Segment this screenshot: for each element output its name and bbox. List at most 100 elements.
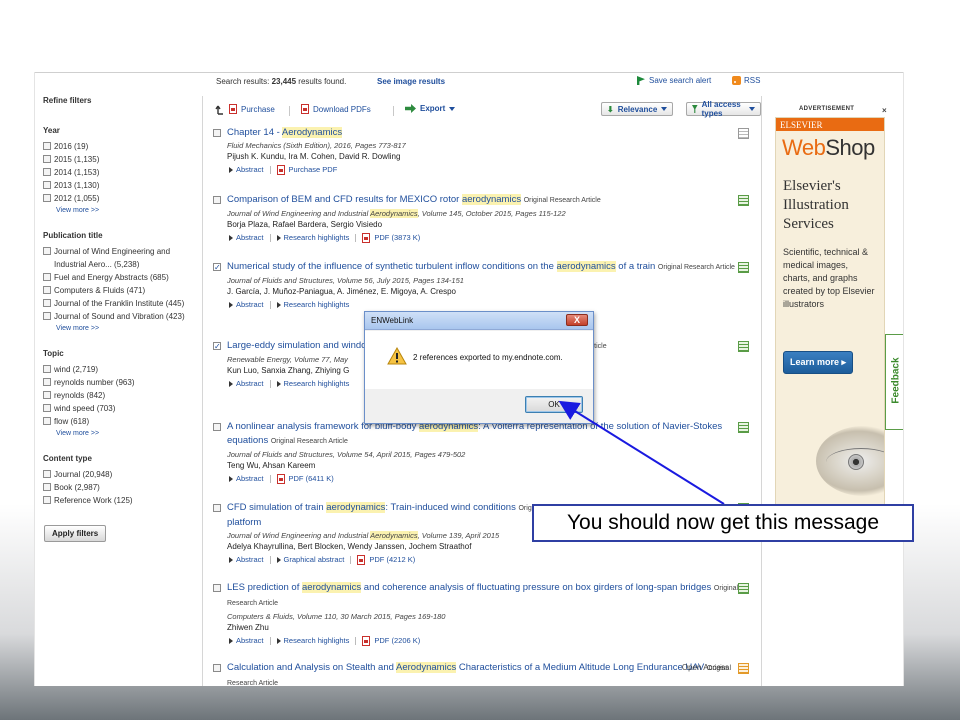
result-checkbox[interactable] (213, 129, 221, 137)
result-title-link[interactable]: LES prediction of aerodynamics and coher… (227, 581, 743, 611)
facet-option[interactable]: Journal of Wind Engineering and Industri… (43, 245, 203, 271)
facet-checkbox[interactable] (43, 286, 51, 294)
research-highlights-link[interactable]: Research highlights (276, 231, 349, 245)
document-preview-icon[interactable] (738, 341, 749, 352)
result-title-link[interactable]: Calculation and Analysis on Stealth and … (227, 661, 743, 686)
pdf-link[interactable]: PDF (4212 K) (357, 553, 415, 567)
facet-checkbox[interactable] (43, 496, 51, 504)
select-all-arrow-icon[interactable] (215, 105, 225, 115)
dialog-close-button[interactable]: X (566, 314, 588, 326)
view-more-link[interactable]: View more >> (56, 323, 203, 335)
result-checkbox[interactable] (213, 664, 221, 672)
result-title-link[interactable]: Numerical study of the influence of synt… (227, 260, 743, 275)
document-preview-icon[interactable] (738, 262, 749, 273)
abstract-link[interactable]: Abstract (229, 163, 264, 177)
facet-option[interactable]: 2016 (19) (43, 140, 203, 153)
facet-checkbox[interactable] (43, 365, 51, 373)
abstract-link[interactable]: Abstract (229, 377, 264, 391)
view-more-link[interactable]: View more >> (56, 205, 203, 217)
graphical-abstract-link[interactable]: Graphical abstract (276, 553, 344, 567)
facet-option-label: Journal of the Franklin Institute (445) (54, 299, 185, 308)
facet-option[interactable]: Journal of the Franklin Institute (445) (43, 297, 203, 310)
facet-checkbox[interactable] (43, 299, 51, 307)
facet-checkbox[interactable] (43, 391, 51, 399)
research-highlights-link[interactable]: Research highlights (276, 298, 349, 312)
document-preview-icon[interactable] (738, 663, 749, 674)
facet-checkbox[interactable] (43, 168, 51, 176)
facet-checkbox[interactable] (43, 155, 51, 163)
abstract-link[interactable]: Abstract (229, 472, 264, 486)
learn-more-button[interactable]: Learn more ▸ (783, 351, 854, 374)
facet-option-label: 2014 (1,153) (54, 168, 100, 177)
facet-checkbox[interactable] (43, 273, 51, 281)
pdf-link[interactable]: PDF (6411 K) (276, 472, 334, 486)
facet-option[interactable]: Fuel and Energy Abstracts (685) (43, 271, 203, 284)
expand-triangle-icon (229, 235, 233, 241)
document-preview-icon[interactable] (738, 195, 749, 206)
download-pdfs-button[interactable]: Download PDFs (301, 104, 371, 114)
see-image-results-link[interactable]: See image results (377, 77, 445, 86)
relevance-sort-dropdown[interactable]: ⬇ Relevance (601, 102, 674, 116)
facet-option[interactable]: Journal (20,948) (43, 468, 203, 481)
facet-option[interactable]: wind (2,719) (43, 363, 203, 376)
facet-option[interactable]: Book (2,987) (43, 481, 203, 494)
feedback-tab[interactable]: Feedback (885, 334, 903, 430)
facet-option[interactable]: 2012 (1,055) (43, 192, 203, 205)
facet-checkbox[interactable] (43, 247, 51, 255)
facet-checkbox[interactable] (43, 470, 51, 478)
document-preview-icon[interactable] (738, 422, 749, 433)
pdf-icon (276, 165, 285, 175)
research-highlights-link[interactable]: Research highlights (276, 634, 349, 648)
result-title-link[interactable]: Comparison of BEM and CFD results for ME… (227, 193, 743, 208)
access-type-dropdown[interactable]: All access types (686, 100, 761, 118)
result-checkbox[interactable] (213, 261, 221, 275)
result-checkbox[interactable] (213, 423, 221, 431)
facet-option[interactable]: 2014 (1,153) (43, 166, 203, 179)
facet-option[interactable]: Reference Work (125) (43, 494, 203, 507)
advertisement-label: ADVERTISEMENT × (799, 106, 887, 115)
facet-option[interactable]: reynolds (842) (43, 389, 203, 402)
facet-checkbox[interactable] (43, 417, 51, 425)
facet-checkbox[interactable] (43, 483, 51, 491)
abstract-link[interactable]: Abstract (229, 634, 264, 648)
pdf-link[interactable]: Purchase PDF (276, 163, 337, 177)
document-preview-icon[interactable] (738, 128, 749, 139)
abstract-link[interactable]: Abstract (229, 298, 264, 312)
apply-filters-button[interactable]: Apply filters (44, 525, 107, 542)
facet-checkbox[interactable] (43, 312, 51, 320)
result-checkbox[interactable] (213, 340, 221, 354)
save-search-alert-link[interactable]: Save search alert (637, 76, 711, 85)
result-checkbox[interactable] (213, 504, 221, 512)
close-ad-icon[interactable]: × (882, 106, 887, 115)
facet-option[interactable]: 2013 (1,130) (43, 179, 203, 192)
facet-option[interactable]: reynolds number (963) (43, 376, 203, 389)
facet-checkbox[interactable] (43, 142, 51, 150)
facet-checkbox[interactable] (43, 181, 51, 189)
facet-option[interactable]: flow (618) (43, 415, 203, 428)
rss-link[interactable]: RSS (732, 76, 760, 85)
facet-option[interactable]: Computers & Fluids (471) (43, 284, 203, 297)
facet-checkbox[interactable] (43, 194, 51, 202)
document-preview-icon[interactable] (738, 583, 749, 594)
rss-icon (732, 76, 741, 85)
facet-checkbox[interactable] (43, 404, 51, 412)
result-title-link[interactable]: Chapter 14 - Aerodynamics (227, 126, 743, 140)
purchase-button[interactable]: Purchase (229, 104, 275, 114)
research-highlights-link[interactable]: Research highlights (276, 377, 349, 391)
facet-option[interactable]: wind speed (703) (43, 402, 203, 415)
result-title-link[interactable]: A nonlinear analysis framework for bluff… (227, 420, 743, 449)
view-more-link[interactable]: View more >> (56, 428, 203, 440)
facet-option[interactable]: Journal of Sound and Vibration (423) (43, 310, 203, 323)
facet-option-label: flow (618) (54, 417, 90, 426)
result-checkbox[interactable] (213, 584, 221, 592)
abstract-link[interactable]: Abstract (229, 553, 264, 567)
pdf-link[interactable]: PDF (2206 K) (362, 634, 420, 648)
export-dropdown[interactable]: Export (405, 104, 456, 113)
facet-checkbox[interactable] (43, 378, 51, 386)
webshop-ad-banner[interactable]: ELSEVIER WebShop Elsevier's Illustration… (775, 117, 885, 517)
pdf-link[interactable]: PDF (3873 K) (362, 231, 420, 245)
abstract-link[interactable]: Abstract (229, 231, 264, 245)
facet-option[interactable]: 2015 (1,135) (43, 153, 203, 166)
result-checkbox[interactable] (213, 196, 221, 204)
ok-button[interactable]: OK (525, 396, 583, 413)
